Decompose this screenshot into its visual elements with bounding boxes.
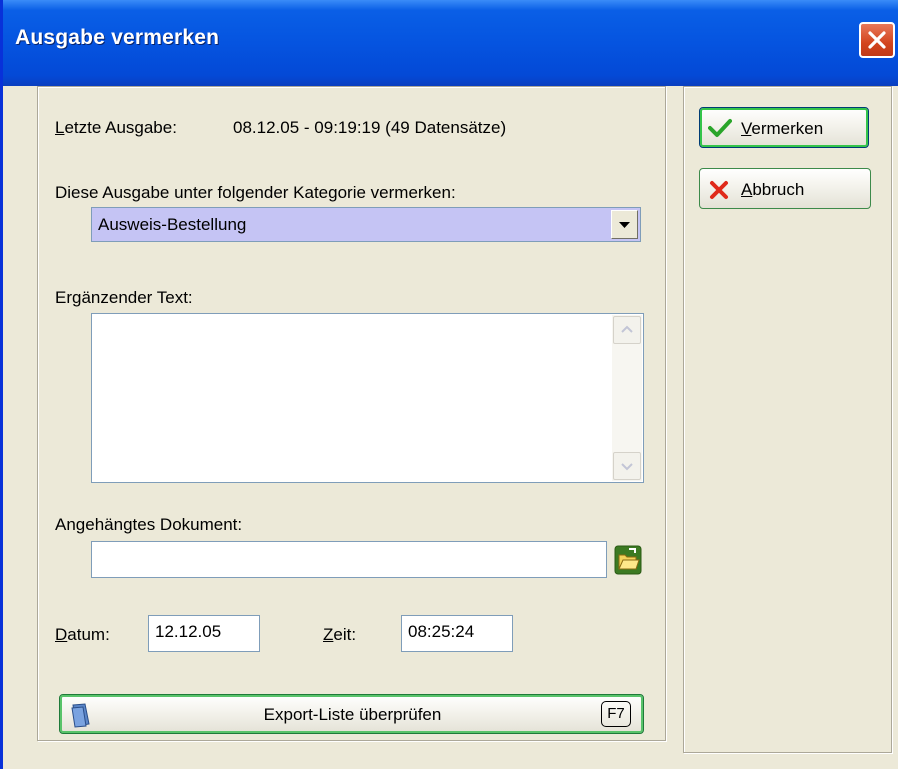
time-label: Zeit:	[323, 625, 356, 645]
title-bar[interactable]: Ausgabe vermerken	[3, 0, 898, 86]
time-label-mnemonic: Z	[323, 625, 334, 644]
confirm-label: Vermerken	[741, 119, 823, 139]
cancel-button[interactable]: Abbruch	[699, 168, 871, 209]
cancel-mnemonic: A	[741, 180, 753, 199]
date-label: Datum:	[55, 625, 110, 645]
scroll-down-button[interactable]	[613, 452, 641, 480]
dropdown-arrow-button[interactable]	[611, 210, 638, 239]
confirm-button[interactable]: Vermerken	[699, 107, 869, 148]
date-value: 12.12.05	[155, 622, 222, 641]
close-button[interactable]	[859, 22, 895, 58]
chevron-down-icon	[619, 222, 630, 228]
export-list-button[interactable]: Export-Liste überprüfen F7	[59, 694, 644, 734]
time-input[interactable]: 08:25:24	[401, 615, 513, 652]
date-input[interactable]: 12.12.05	[148, 615, 260, 652]
dialog-window: Ausgabe vermerken Letzte Ausgabe: 08.12.…	[0, 0, 898, 769]
export-list-label: Export-Liste überprüfen	[263, 705, 442, 724]
last-output-label-text: etzte Ausgabe:	[64, 118, 177, 137]
time-label-rest: eit:	[333, 625, 357, 644]
category-selected: Ausweis-Bestellung	[98, 215, 247, 234]
window-title: Ausgabe vermerken	[15, 26, 220, 49]
category-dropdown[interactable]: Ausweis-Bestellung	[91, 207, 641, 242]
vertical-scrollbar[interactable]	[612, 315, 642, 481]
cancel-label-rest: bbruch	[752, 180, 805, 199]
supplement-textarea[interactable]	[91, 313, 644, 483]
open-folder-icon	[614, 545, 642, 575]
checkmark-icon	[708, 119, 732, 137]
supplement-label: Ergänzender Text:	[55, 288, 193, 307]
chevron-down-icon	[621, 463, 633, 471]
x-icon	[710, 181, 728, 199]
close-icon	[868, 31, 886, 49]
shortcut-badge: F7	[601, 701, 631, 727]
last-output-value: 08.12.05 - 09:19:19 (49 Datensätze)	[233, 118, 507, 137]
date-label-rest: atum:	[67, 625, 110, 644]
scroll-up-button[interactable]	[613, 316, 641, 344]
cancel-label: Abbruch	[741, 180, 804, 200]
last-output-label: Letzte Ausgabe:	[55, 118, 177, 137]
date-label-mnemonic: D	[55, 625, 68, 644]
category-label: Diese Ausgabe unter folgender Kategorie …	[55, 183, 456, 202]
time-value: 08:25:24	[408, 622, 475, 641]
confirm-label-rest: ermerken	[751, 119, 824, 138]
chevron-up-icon	[621, 325, 633, 333]
document-label: Angehängtes Dokument:	[55, 515, 243, 534]
browse-document-button[interactable]	[614, 545, 642, 575]
document-input[interactable]	[91, 541, 607, 578]
confirm-mnemonic: V	[741, 119, 752, 138]
